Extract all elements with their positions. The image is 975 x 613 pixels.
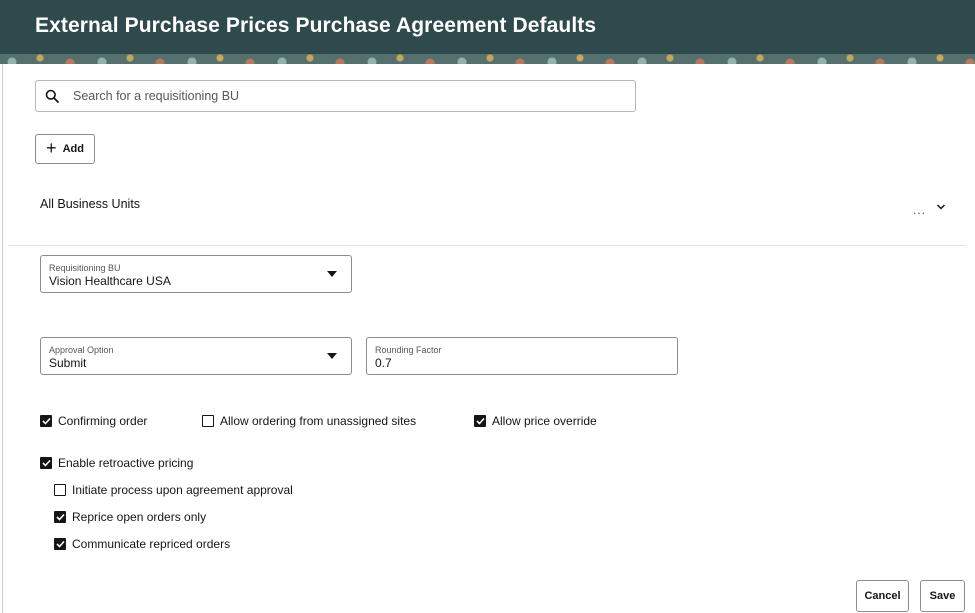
checkbox-box[interactable]	[202, 415, 214, 427]
rounding-factor-field[interactable]: Rounding Factor 0.7	[366, 337, 678, 375]
add-button[interactable]: + Add	[35, 134, 95, 164]
reprice-open-orders-checkbox[interactable]: Reprice open orders only	[54, 510, 206, 524]
plus-icon: +	[46, 138, 57, 158]
communicate-repriced-orders-checkbox[interactable]: Communicate repriced orders	[54, 537, 230, 551]
approval-option-select[interactable]: Approval Option Submit	[40, 337, 352, 375]
chevron-down-icon[interactable]	[936, 203, 946, 211]
check-icon	[55, 513, 65, 521]
requisitioning-bu-select[interactable]: Requisitioning BU Vision Healthcare USA	[40, 255, 352, 293]
requisitioning-bu-label: Requisitioning BU	[49, 263, 121, 273]
checkbox-label: Allow price override	[492, 414, 597, 428]
requisitioning-bu-value: Vision Healthcare USA	[49, 274, 171, 288]
page-header: External Purchase Prices Purchase Agreem…	[0, 0, 975, 64]
cancel-button[interactable]: Cancel	[856, 580, 909, 612]
search-field[interactable]	[35, 80, 636, 112]
checkbox-label: Reprice open orders only	[72, 510, 207, 524]
checkbox-label: Allow ordering from unassigned sites	[220, 414, 417, 428]
checkbox-box[interactable]	[54, 484, 66, 496]
more-actions-icon[interactable]: ...	[913, 203, 926, 217]
save-button[interactable]: Save	[920, 580, 965, 612]
group-title: All Business Units	[40, 197, 141, 211]
checkbox-label: Confirming order	[58, 414, 148, 428]
checkbox-label: Communicate repriced orders	[72, 537, 231, 551]
allow-price-override-checkbox[interactable]: Allow price override	[474, 414, 597, 428]
allow-unassigned-sites-checkbox[interactable]: Allow ordering from unassigned sites	[202, 414, 416, 428]
page-title: External Purchase Prices Purchase Agreem…	[35, 14, 597, 37]
checkbox-box[interactable]	[54, 538, 66, 550]
search-input[interactable]	[73, 87, 613, 105]
add-button-label: Add	[62, 143, 84, 155]
rounding-factor-value: 0.7	[375, 356, 392, 370]
checkbox-box[interactable]	[40, 415, 52, 427]
approval-option-label: Approval Option	[49, 345, 114, 355]
dropdown-caret-icon	[327, 353, 337, 359]
checkbox-label: Initiate process upon agreement approval	[72, 483, 293, 497]
check-icon	[55, 540, 65, 548]
approval-option-value: Submit	[49, 356, 87, 370]
initiate-process-checkbox[interactable]: Initiate process upon agreement approval	[54, 483, 293, 497]
check-icon	[41, 459, 51, 467]
dropdown-caret-icon	[327, 271, 337, 277]
checkbox-box[interactable]	[40, 457, 52, 469]
divider	[8, 245, 966, 246]
header-pattern	[0, 54, 975, 64]
checkbox-box[interactable]	[474, 415, 486, 427]
enable-retroactive-pricing-checkbox[interactable]: Enable retroactive pricing	[40, 456, 193, 470]
search-icon	[45, 89, 59, 103]
checkbox-label: Enable retroactive pricing	[58, 456, 194, 470]
rounding-factor-label: Rounding Factor	[375, 345, 442, 355]
check-icon	[475, 417, 485, 425]
confirming-order-checkbox[interactable]: Confirming order	[40, 414, 147, 428]
check-icon	[41, 417, 51, 425]
checkbox-box[interactable]	[54, 511, 66, 523]
